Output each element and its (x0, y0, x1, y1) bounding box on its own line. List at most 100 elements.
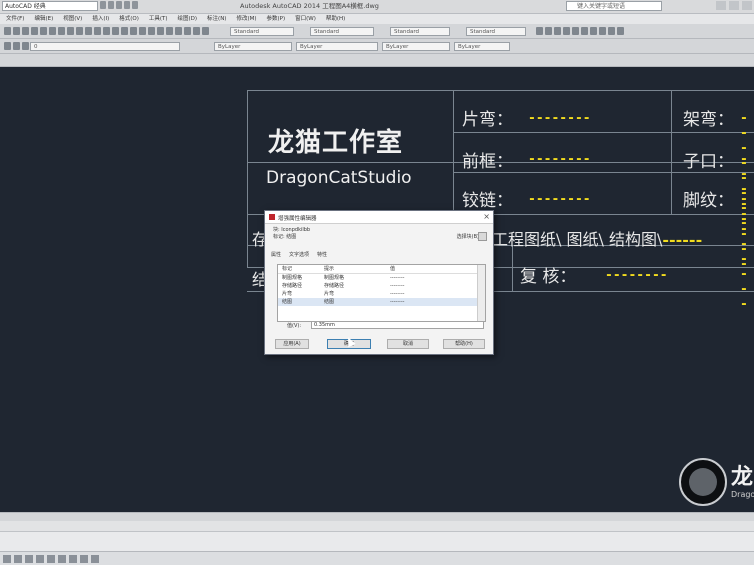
menu-file[interactable]: 文件(F) (6, 14, 24, 24)
tab-text-options[interactable]: 文字选项 (289, 251, 309, 258)
menu-format[interactable]: 格式(O) (119, 14, 139, 24)
tool-icon[interactable] (184, 27, 191, 35)
layer-manager-icon[interactable] (4, 42, 11, 50)
tool-icon[interactable] (85, 27, 92, 35)
menu-help[interactable]: 帮助(H) (326, 14, 345, 24)
grid-icon[interactable] (14, 555, 22, 563)
plotstyle-select[interactable]: ByLayer (454, 42, 510, 51)
value-label: 值(V): (287, 323, 302, 329)
dim-style-select[interactable]: Standard (310, 27, 374, 36)
ducs-icon[interactable] (69, 555, 77, 563)
tool-icon[interactable] (166, 27, 173, 35)
list-item[interactable]: 结图 结图 -------- (278, 298, 485, 306)
workspace-dropdown[interactable]: AutoCAD 经典 (2, 1, 98, 11)
tool-icon[interactable] (121, 27, 128, 35)
attribute-list[interactable]: 标记 提示 值 制图规格 制图规格 -------- 存储路径 存储路径 -------… (277, 264, 486, 322)
linetype-select[interactable]: ByLayer (296, 42, 378, 51)
osnap-icon[interactable] (47, 555, 55, 563)
otrack-icon[interactable] (58, 555, 66, 563)
menu-edit[interactable]: 编辑(E) (34, 14, 53, 24)
tool-icon[interactable] (175, 27, 182, 35)
menu-draw[interactable]: 绘图(D) (178, 14, 198, 24)
help-button[interactable]: 帮助(H) (443, 339, 485, 349)
tool-icon[interactable] (58, 27, 65, 35)
menu-window[interactable]: 窗口(W) (295, 14, 316, 24)
lineweight-select[interactable]: ByLayer (382, 42, 450, 51)
tool-icon[interactable] (608, 27, 615, 35)
value-input[interactable]: 0.35mm (311, 321, 484, 329)
field-label: 前框： (462, 152, 513, 172)
menu-dimension[interactable]: 标注(N) (207, 14, 226, 24)
layer-select[interactable]: 0 (30, 42, 180, 51)
color-select[interactable]: ByLayer (214, 42, 292, 51)
tool-icon[interactable] (67, 27, 74, 35)
frame-line (512, 245, 513, 291)
tool-icon[interactable] (599, 27, 606, 35)
select-block-button[interactable] (478, 232, 487, 241)
redo-icon[interactable] (132, 1, 138, 9)
close-icon[interactable]: × (483, 212, 490, 221)
menu-tools[interactable]: 工具(T) (149, 14, 168, 24)
table-style-select[interactable]: Standard (390, 27, 450, 36)
tab-properties[interactable]: 特性 (317, 251, 327, 258)
tool-icon[interactable] (148, 27, 155, 35)
tool-icon[interactable] (157, 27, 164, 35)
menu-insert[interactable]: 插入(I) (92, 14, 109, 24)
tool-icon[interactable] (139, 27, 146, 35)
tool-icon[interactable] (103, 27, 110, 35)
list-item[interactable]: 制图规格 制图规格 -------- (278, 274, 485, 282)
menu-parametric[interactable]: 参数(P) (267, 14, 286, 24)
field-label: 铰链： (462, 191, 513, 211)
tool-icon[interactable] (31, 27, 38, 35)
tool-icon[interactable] (13, 27, 20, 35)
menu-view[interactable]: 视图(V) (63, 14, 82, 24)
search-input[interactable]: 键入关键字或短语 (566, 1, 662, 11)
tool-icon[interactable] (563, 27, 570, 35)
menu-modify[interactable]: 修改(M) (236, 14, 256, 24)
tool-icon[interactable] (536, 27, 543, 35)
tool-icon[interactable] (572, 27, 579, 35)
dyn-icon[interactable] (80, 555, 88, 563)
command-line[interactable] (0, 531, 754, 552)
save-icon[interactable] (116, 1, 122, 9)
mleader-style-select[interactable]: Standard (466, 27, 526, 36)
tool-icon[interactable] (40, 27, 47, 35)
text-style-select[interactable]: Standard (230, 27, 294, 36)
tool-icon[interactable] (13, 42, 20, 50)
apply-button[interactable]: 应用(A) (275, 339, 309, 349)
tool-icon[interactable] (4, 27, 11, 35)
tool-icon[interactable] (49, 27, 56, 35)
list-scrollbar[interactable] (477, 265, 485, 321)
tool-icon[interactable] (590, 27, 597, 35)
dialog-title: 增强属性编辑器 (278, 216, 317, 222)
tool-icon[interactable] (617, 27, 624, 35)
list-item[interactable]: 片弯 片弯 -------- (278, 290, 485, 298)
tool-icon[interactable] (193, 27, 200, 35)
tool-icon[interactable] (130, 27, 137, 35)
tool-icon[interactable] (22, 42, 29, 50)
field-label: 复 核： (520, 267, 577, 287)
tool-icon[interactable] (76, 27, 83, 35)
snap-icon[interactable] (3, 555, 11, 563)
dialog-tabs: 属性 文字选项 特性 (271, 251, 327, 258)
new-icon[interactable] (100, 1, 106, 9)
tool-icon[interactable] (94, 27, 101, 35)
tool-icon[interactable] (554, 27, 561, 35)
tool-icon[interactable] (22, 27, 29, 35)
list-item[interactable]: 存储路径 存储路径 -------- (278, 282, 485, 290)
lwt-icon[interactable] (91, 555, 99, 563)
open-icon[interactable] (108, 1, 114, 9)
minimize-button[interactable] (716, 1, 726, 10)
tool-icon[interactable] (202, 27, 209, 35)
close-button[interactable] (742, 1, 752, 10)
undo-icon[interactable] (124, 1, 130, 9)
maximize-button[interactable] (729, 1, 739, 10)
ortho-icon[interactable] (25, 555, 33, 563)
polar-icon[interactable] (36, 555, 44, 563)
cancel-button[interactable]: 取消 (387, 339, 429, 349)
tab-attribute[interactable]: 属性 (271, 251, 281, 258)
tool-icon[interactable] (545, 27, 552, 35)
menu-bar: 文件(F) 编辑(E) 视图(V) 插入(I) 格式(O) 工具(T) 绘图(D… (0, 14, 754, 24)
tool-icon[interactable] (581, 27, 588, 35)
tool-icon[interactable] (112, 27, 119, 35)
